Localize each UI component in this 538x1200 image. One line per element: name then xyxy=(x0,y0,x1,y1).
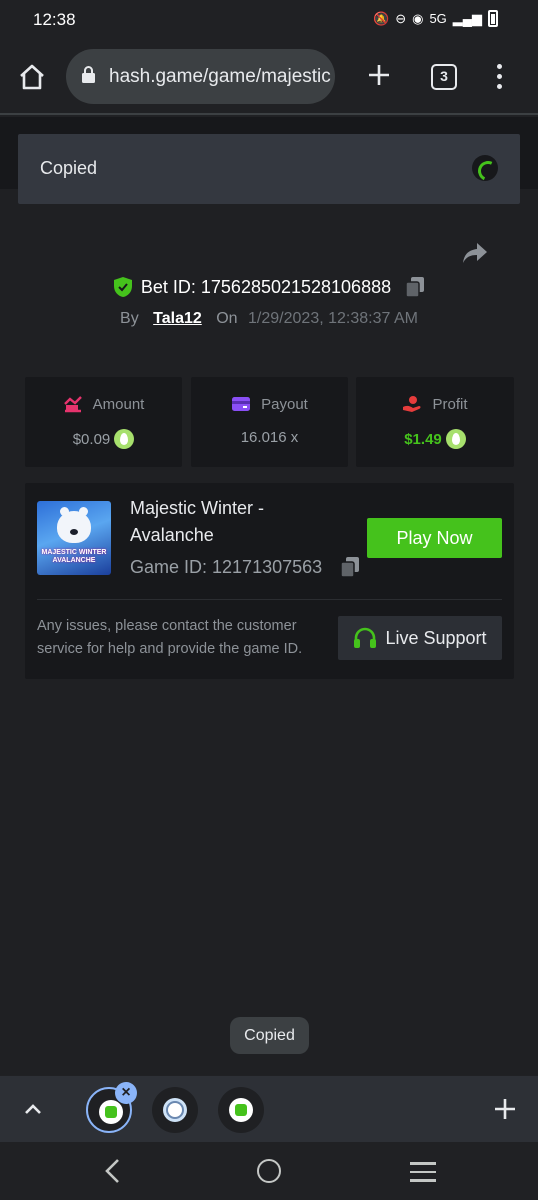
more-menu-icon[interactable] xyxy=(492,64,506,92)
lock-icon xyxy=(82,66,95,83)
divider xyxy=(37,599,502,600)
amount-label: Amount xyxy=(92,395,145,413)
profit-label: Profit xyxy=(432,395,468,413)
profit-icon xyxy=(403,396,421,412)
profit-value: $1.49 xyxy=(404,430,442,448)
live-support-label: Live Support xyxy=(385,627,487,648)
dnd-icon: ⊖ xyxy=(395,10,407,26)
hash-game-favicon xyxy=(99,1100,123,1124)
game-id: Game ID: 12171307563 xyxy=(130,556,323,577)
copied-snackbar: Copied xyxy=(230,1017,309,1054)
signal-icon: ▂▄▆ xyxy=(452,10,482,26)
network-label: 5G xyxy=(429,11,447,26)
home-circle-icon[interactable] xyxy=(257,1159,281,1183)
help-text: Any issues, please contact the customer … xyxy=(37,618,303,657)
hotspot-icon: ◉ xyxy=(412,10,424,26)
share-icon[interactable] xyxy=(461,239,489,267)
on-label: On xyxy=(216,310,238,327)
by-label: By xyxy=(120,310,139,327)
toast-text: Copied xyxy=(40,158,98,178)
thumbnail-title: MAJESTIC WINTER AVALANCHE xyxy=(41,549,107,564)
hash-game-favicon xyxy=(229,1098,253,1122)
back-icon[interactable] xyxy=(100,1157,126,1185)
username-link[interactable]: Tala12 xyxy=(153,310,202,327)
game-card: MAJESTIC WINTER AVALANCHE Majestic Winte… xyxy=(25,483,514,679)
shield-check-icon xyxy=(113,277,132,297)
amount-card: Amount $0.09 xyxy=(25,377,182,467)
payout-value: 16.016 x xyxy=(240,429,299,446)
copy-bet-id-icon[interactable] xyxy=(405,276,425,298)
polar-bear-image xyxy=(57,507,91,543)
game-id-row: Game ID: 12171307563 xyxy=(130,556,360,578)
page-content: Copied Bet ID: 1756285021528106888 By Ta… xyxy=(0,117,538,1075)
amount-icon xyxy=(63,396,82,413)
status-time: 12:38 xyxy=(33,10,76,29)
play-now-button[interactable]: Play Now xyxy=(367,518,502,558)
bet-date: 1/29/2023, 12:38:37 AM xyxy=(248,310,418,327)
live-support-button[interactable]: Live Support xyxy=(338,616,502,660)
mute-icon: 🔕 xyxy=(373,10,390,26)
battery-icon xyxy=(488,10,498,27)
copy-game-id-icon[interactable] xyxy=(340,556,360,578)
coin-icon xyxy=(114,429,135,449)
close-tab-icon[interactable]: × xyxy=(115,1082,137,1104)
headset-icon xyxy=(354,627,377,648)
profit-card: Profit $1.49 xyxy=(356,377,514,467)
game-favicon xyxy=(163,1098,187,1122)
new-tab-icon[interactable] xyxy=(364,60,394,90)
payout-card: Payout 16.016 x xyxy=(191,377,348,467)
bet-id: Bet ID: 1756285021528106888 xyxy=(140,276,392,297)
browser-toolbar: hash.game/game/majestic 3 xyxy=(0,40,538,115)
home-icon[interactable] xyxy=(17,62,47,92)
recents-icon[interactable] xyxy=(410,1162,436,1182)
tab-group-strip: × xyxy=(0,1076,538,1142)
tab-game[interactable] xyxy=(152,1087,198,1133)
coin-icon xyxy=(445,429,466,449)
spinner-icon xyxy=(472,155,498,181)
copied-toast: Copied xyxy=(18,134,520,204)
status-bar: 12:38 🔕 ⊖ ◉ 5G ▂▄▆ xyxy=(0,0,538,40)
bet-meta-row: By Tala12 On 1/29/2023, 12:38:37 AM xyxy=(0,310,538,328)
system-nav-bar xyxy=(0,1142,538,1200)
wallet-icon xyxy=(232,397,251,411)
chevron-up-icon[interactable] xyxy=(22,1098,44,1120)
address-bar[interactable]: hash.game/game/majestic xyxy=(66,49,335,104)
payout-label: Payout xyxy=(261,395,308,413)
tab-switcher-button[interactable]: 3 xyxy=(431,64,457,90)
bet-id-row: Bet ID: 1756285021528106888 xyxy=(0,276,538,302)
add-tab-icon[interactable] xyxy=(492,1096,518,1122)
amount-value: $0.09 xyxy=(72,430,111,448)
game-title: Majestic Winter - Avalanche xyxy=(130,498,265,545)
status-icons: 🔕 ⊖ ◉ 5G ▂▄▆ xyxy=(373,10,498,27)
url-text: hash.game/game/majestic xyxy=(109,66,331,87)
tab-hash-game[interactable] xyxy=(218,1087,264,1133)
game-thumbnail[interactable]: MAJESTIC WINTER AVALANCHE xyxy=(37,501,111,575)
